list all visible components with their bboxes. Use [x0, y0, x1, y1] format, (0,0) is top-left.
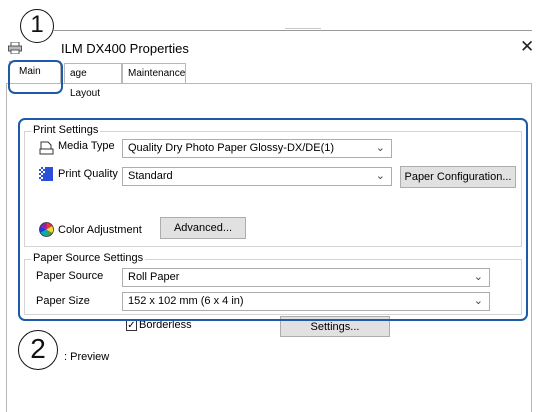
tab-page-layout[interactable]: age Layout — [64, 63, 122, 99]
callout-box-settings — [18, 118, 528, 321]
callout-box-tab — [8, 60, 63, 94]
tab-maintenance[interactable]: Maintenance — [122, 63, 186, 83]
printer-icon — [8, 41, 22, 55]
close-icon[interactable]: ✕ — [520, 37, 534, 57]
titlebar-mark — [285, 28, 321, 29]
callout-number-one: 1 — [20, 9, 54, 43]
panel-border-left — [6, 83, 7, 412]
checkmark-icon: ✓ — [127, 320, 136, 331]
panel-border-right — [531, 83, 532, 412]
borderless-checkbox[interactable]: ✓ — [126, 320, 137, 331]
preview-label: : Preview — [64, 351, 110, 363]
callout-number-two: 2 — [18, 330, 58, 370]
window-title: ILM DX400 Properties — [61, 41, 189, 56]
